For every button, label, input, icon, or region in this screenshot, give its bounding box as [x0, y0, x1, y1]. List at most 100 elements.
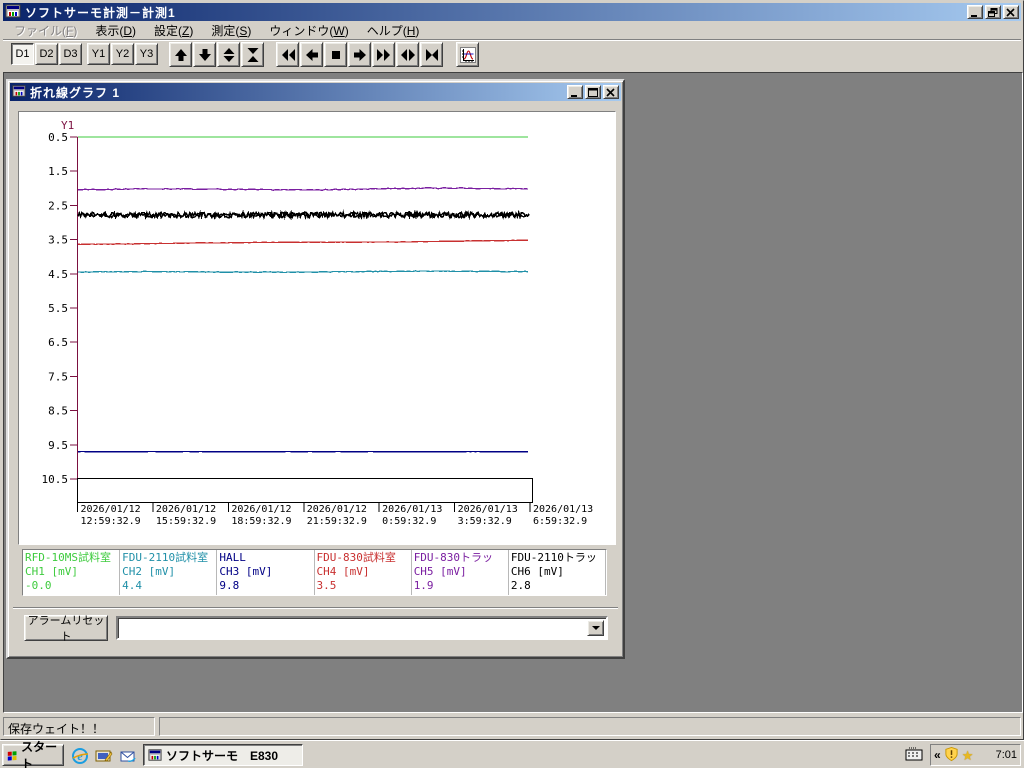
step-left-icon[interactable]	[300, 42, 323, 67]
legend-channel-label: CH2 [mV]	[122, 565, 176, 578]
menu-item-w[interactable]: ウィンドウ(W)	[260, 21, 357, 40]
legend-channel-label: CH1 [mV]	[25, 565, 78, 578]
menu-separator	[3, 39, 1021, 41]
svg-text:7.5: 7.5	[48, 370, 68, 383]
toolbar-button-y2[interactable]: Y2	[111, 43, 134, 65]
separator	[13, 607, 618, 609]
expand-vertical-icon[interactable]	[217, 42, 240, 67]
legend-channel-label: CH6 [mV]	[510, 565, 564, 578]
toolbar-button-d2[interactable]: D2	[35, 43, 58, 65]
chart-window-titlebar: 折れ線グラフ 1	[10, 83, 621, 101]
window-title: ソフトサーモ計測－計測1	[25, 5, 176, 20]
legend-sensor-name: RFD-10MS試料室	[25, 551, 111, 564]
svg-text:6.5: 6.5	[48, 336, 68, 349]
minimize-icon[interactable]	[567, 85, 583, 99]
toolbar-button-d3[interactable]: D3	[59, 43, 82, 65]
legend-sensor-name: HALL	[219, 551, 246, 564]
fast-forward-icon[interactable]	[372, 42, 395, 67]
legend-sensor-name: FDU-830試料室	[316, 551, 396, 564]
channel-legend: RFD-10MS試料室 CH1 [mV] -0.0 FDU-2110試料室 CH2 [m…	[22, 549, 607, 596]
toolbar-group-3	[169, 42, 264, 67]
maximize-icon[interactable]	[585, 85, 601, 99]
compress-vertical-icon[interactable]	[241, 42, 264, 67]
svg-text:4.5: 4.5	[48, 268, 68, 281]
legend-channel-label: CH4 [mV]	[316, 565, 370, 578]
restore-icon[interactable]	[985, 5, 1001, 19]
legend-cell-ch5: FDU-830トラッ CH5 [mV] 1.9	[412, 550, 509, 595]
close-icon[interactable]	[1003, 5, 1019, 19]
legend-sensor-name: FDU-2110試料室	[122, 551, 209, 564]
svg-text:1.5: 1.5	[48, 165, 68, 178]
step-right-icon[interactable]	[348, 42, 371, 67]
main-titlebar: ソフトサーモ計測－計測1	[3, 3, 1021, 21]
graph-icon[interactable]	[456, 42, 479, 67]
legend-channel-value: -0.0	[25, 579, 52, 592]
toolbar-group-5	[456, 42, 479, 67]
system-tray: « ★ 7:01	[930, 744, 1021, 766]
toolbar-group-2: Y1 Y2 Y3	[87, 42, 158, 65]
legend-channel-label: CH5 [mV]	[413, 565, 467, 578]
svg-text:9.5: 9.5	[48, 439, 68, 452]
toolbar-group-1: D1 D2 D3	[11, 42, 82, 65]
legend-cell-ch3: HALL CH3 [mV] 9.8	[217, 550, 315, 595]
menu-item-f[interactable]: ファイル(F)	[5, 21, 86, 40]
internet-explorer-icon[interactable]: e	[70, 746, 90, 765]
menubar: ファイル(F) 表示(D) 設定(Z) 測定(S) ウィンドウ(W) ヘルプ(H)	[3, 22, 1021, 39]
shield-icon[interactable]	[944, 746, 959, 765]
toolbar: D1 D2 D3 Y1 Y2 Y3	[3, 42, 1021, 71]
toolbar-group-4	[276, 42, 443, 67]
alarm-combobox-field[interactable]	[120, 620, 587, 636]
show-desktop-icon[interactable]	[94, 746, 114, 765]
rewind-icon[interactable]	[276, 42, 299, 67]
compress-horizontal-icon[interactable]	[420, 42, 443, 67]
expand-horizontal-icon[interactable]	[396, 42, 419, 67]
toolbar-button-d1[interactable]: D1	[11, 43, 34, 65]
svg-text:3.5: 3.5	[48, 234, 68, 247]
menu-item-h[interactable]: ヘルプ(H)	[358, 21, 429, 40]
status-message: 保存ウェイト！！	[3, 717, 155, 736]
chart-client-area: Y1 0.5 1.5 2.5 3.5 4.5 5.5 6.5 7.5 8.5 9.5 10.5 202…	[11, 103, 620, 654]
stop-icon[interactable]	[324, 42, 347, 67]
status-cell-secondary	[159, 717, 1021, 736]
minimize-icon[interactable]	[967, 5, 983, 19]
alarm-combobox[interactable]	[116, 616, 608, 640]
menu-item-z[interactable]: 設定(Z)	[145, 21, 202, 40]
taskbar-clock: 7:01	[995, 749, 1017, 761]
outlook-express-icon[interactable]	[118, 746, 138, 765]
legend-sensor-name: FDU-2110トラッ	[510, 551, 597, 564]
toolbar-button-y1[interactable]: Y1	[87, 43, 110, 65]
mdi-area: 折れ線グラフ 1 Y1 0.5 1.5 2.5 3.5 4.5 5.5 6.5 7.5 8.5 9.…	[3, 72, 1023, 713]
menu-item-s[interactable]: 測定(S)	[202, 21, 260, 40]
taskbar: スタート e ソフトサーモ E830 « ★ 7:01	[0, 740, 1024, 768]
legend-cell-ch1: RFD-10MS試料室 CH1 [mV] -0.0	[23, 550, 121, 595]
menu-item-d[interactable]: 表示(D)	[86, 21, 145, 40]
app-icon	[148, 749, 162, 761]
legend-channel-value: 1.9	[413, 579, 434, 592]
keyboard-icon[interactable]	[905, 747, 923, 764]
plot-canvas: Y10.51.52.53.54.55.56.57.58.59.510.5	[42, 119, 533, 512]
legend-channel-value: 2.8	[510, 579, 531, 592]
close-icon[interactable]	[603, 85, 619, 99]
svg-text:10.5: 10.5	[42, 473, 69, 486]
svg-text:2.5: 2.5	[48, 199, 68, 212]
arrow-up-icon[interactable]	[169, 42, 192, 67]
legend-cell-ch4: FDU-830試料室 CH4 [mV] 3.5	[315, 550, 412, 595]
chevron-icon[interactable]: «	[934, 748, 941, 762]
combo-arrow-icon[interactable]	[587, 620, 604, 636]
app-icon	[12, 84, 26, 101]
line-chart: Y1 0.5 1.5 2.5 3.5 4.5 5.5 6.5 7.5 8.5 9.5 10.5 202…	[18, 111, 616, 545]
toolbar-button-y3[interactable]: Y3	[135, 43, 158, 65]
legend-channel-value: 3.5	[316, 579, 337, 592]
svg-text:8.5: 8.5	[48, 405, 68, 418]
legend-channel-label: CH3 [mV]	[219, 565, 273, 578]
alarm-reset-button[interactable]: アラームリセット	[24, 615, 108, 643]
star-icon[interactable]: ★	[962, 749, 974, 762]
status-bar: 保存ウェイト！！	[3, 715, 1021, 739]
chart-window-title: 折れ線グラフ 1	[30, 85, 121, 100]
app-icon	[5, 3, 21, 22]
taskbar-task-button[interactable]: ソフトサーモ E830	[143, 744, 303, 766]
start-button[interactable]: スタート	[2, 740, 64, 768]
start-flag-icon	[7, 750, 17, 761]
arrow-down-icon[interactable]	[193, 42, 216, 67]
legend-cell-ch6: FDU-2110トラッ CH6 [mV] 2.8	[509, 550, 607, 595]
